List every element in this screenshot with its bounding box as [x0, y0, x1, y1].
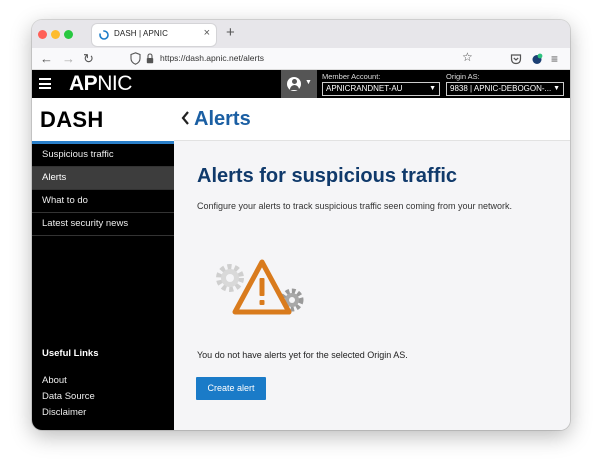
sidebar-item-latest-security-news[interactable]: Latest security news	[32, 213, 174, 236]
browser-tab[interactable]: DASH | APNIC ×	[92, 24, 216, 46]
empty-state-message: You do not have alerts yet for the selec…	[197, 350, 408, 360]
origin-as-value: 9838 | APNIC-DEBOGON-...	[450, 84, 552, 93]
app-menu-icon[interactable]: ≡	[551, 50, 558, 68]
sidebar-item-alerts[interactable]: Alerts	[32, 167, 174, 190]
member-account-label: Member Account:	[322, 72, 381, 81]
site-header: APNIC ▼ Member Account: APNICRANDNET-AU …	[32, 70, 570, 98]
member-account-select[interactable]: APNICRANDNET-AU ▼	[322, 82, 440, 96]
tab-close-icon[interactable]: ×	[204, 27, 210, 39]
origin-as-select[interactable]: 9838 | APNIC-DEBOGON-... ▼	[446, 82, 564, 96]
browser-toolbar: ← → ↻ https://dash.apnic.net/alerts ☆ ≡	[32, 48, 570, 70]
hamburger-menu-icon[interactable]	[39, 78, 51, 89]
chevron-down-icon: ▼	[553, 85, 560, 92]
reload-icon[interactable]: ↻	[83, 50, 94, 68]
bookmark-star-icon[interactable]: ☆	[462, 50, 473, 64]
dash-title: DASH	[40, 107, 104, 132]
main-content: Alerts for suspicious traffic Configure …	[174, 142, 570, 430]
extension-icon[interactable]	[531, 53, 543, 65]
create-alert-button[interactable]: Create alert	[196, 377, 266, 400]
dash-favicon-icon	[99, 30, 109, 40]
useful-links-heading: Useful Links	[42, 348, 99, 359]
url-bar[interactable]: https://dash.apnic.net/alerts	[160, 53, 264, 63]
about-link[interactable]: About	[42, 375, 67, 386]
apnic-logo[interactable]: APNIC	[69, 72, 132, 96]
user-avatar-icon	[287, 77, 301, 91]
account-menu-button[interactable]: ▼	[281, 70, 317, 98]
new-tab-button[interactable]: +	[226, 24, 235, 41]
maximize-window-button[interactable]	[64, 30, 73, 39]
minimize-window-button[interactable]	[51, 30, 60, 39]
close-window-button[interactable]	[38, 30, 47, 39]
logo-regular-text: NIC	[97, 72, 132, 95]
chevron-down-icon: ▼	[429, 85, 436, 92]
tracking-shield-icon[interactable]	[130, 52, 141, 65]
forward-arrow-icon[interactable]: →	[62, 50, 75, 68]
back-arrow-icon[interactable]: ←	[40, 50, 53, 68]
sidebar-item-what-to-do[interactable]: What to do	[32, 190, 174, 213]
alerts-description: Configure your alerts to track suspiciou…	[197, 201, 512, 211]
gear-icon	[216, 264, 244, 292]
dash-logo-box[interactable]: DASH	[32, 98, 174, 141]
disclaimer-link[interactable]: Disclaimer	[42, 407, 86, 418]
sidebar-item-suspicious-traffic[interactable]: Suspicious traffic	[32, 144, 174, 167]
pocket-icon[interactable]	[510, 53, 522, 65]
page-header: Alerts	[174, 98, 570, 141]
alerts-heading: Alerts for suspicious traffic	[197, 165, 458, 187]
warning-gears-icon	[216, 259, 304, 315]
warning-triangle-icon	[232, 259, 292, 315]
sidebar: DASH Suspicious traffic Alerts What to d…	[32, 98, 174, 430]
tab-strip: DASH | APNIC × +	[32, 20, 570, 48]
account-caret-icon: ▼	[305, 79, 312, 86]
origin-as-label: Origin AS:	[446, 72, 480, 81]
chevron-left-icon[interactable]	[181, 110, 190, 126]
tab-title: DASH | APNIC	[114, 29, 168, 38]
browser-window: DASH | APNIC × + ← → ↻ https://dash.apni…	[32, 20, 570, 430]
data-source-link[interactable]: Data Source	[42, 391, 95, 402]
page-title[interactable]: Alerts	[194, 108, 251, 131]
lock-icon[interactable]	[146, 53, 154, 64]
member-account-value: APNICRANDNET-AU	[326, 84, 403, 93]
logo-bold-text: AP	[69, 72, 98, 95]
